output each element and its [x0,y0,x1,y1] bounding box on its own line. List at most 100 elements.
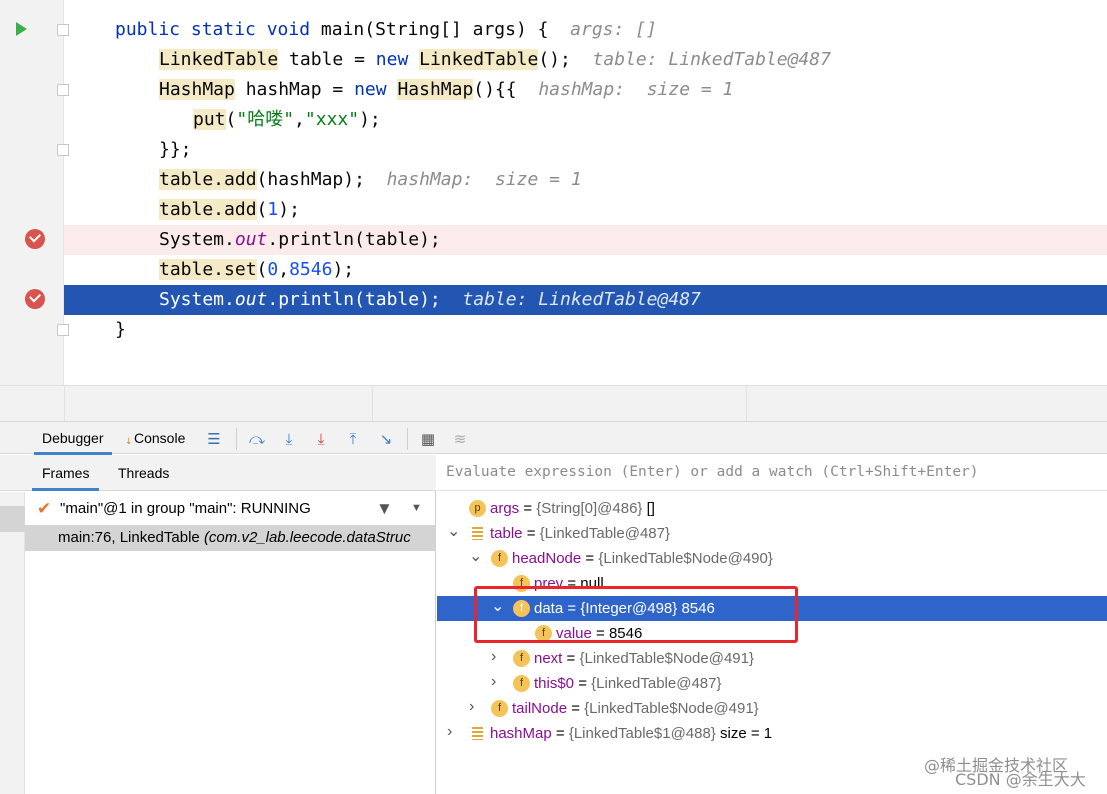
menu-icon[interactable]: ☰ [205,430,223,448]
chevron-right-icon[interactable]: › [469,699,479,715]
tab-console[interactable]: Console [134,422,185,455]
thread-selector[interactable]: ✔ "main"@1 in group "main": RUNNING ▼ ▼ [25,492,436,525]
object-icon [469,725,486,742]
code-text: table.add(1); [159,195,300,225]
code-text: table.set(0,8546); [159,255,354,285]
code-line[interactable]: HashMap hashMap = new HashMap(){{ hashMa… [0,75,1107,105]
code-line[interactable]: }}; [0,135,1107,165]
fold-icon[interactable] [57,144,69,156]
code-line[interactable]: LinkedTable table = new LinkedTable(); t… [0,45,1107,75]
run-to-cursor-icon[interactable]: ↘ [377,430,395,448]
variable-row[interactable]: › f next = {LinkedTable$Node@491} [437,646,1107,671]
fold-icon[interactable] [57,24,69,36]
variable-row[interactable]: › f this$0 = {LinkedTable@487} [437,671,1107,696]
fold-icon[interactable] [57,84,69,96]
code-token: (); [538,49,593,70]
code-line[interactable]: table.add(1); [0,195,1107,225]
chevron-down-icon[interactable]: ⌄ [447,524,460,540]
editor-bottom-strip [0,385,1107,422]
code-line[interactable]: table.set(0,8546); [0,255,1107,285]
code-token: ); [278,199,300,220]
code-token: ( [225,109,237,130]
tab-debugger[interactable]: Debugger [34,422,111,455]
code-line[interactable]: public static void main(String[] args) {… [0,15,1107,45]
fold-icon[interactable] [57,324,69,336]
variable-eq: = [567,700,585,717]
variable-row[interactable]: ⌄ table = {LinkedTable@487} [437,521,1107,546]
variable-name: next [534,650,563,667]
variable-row[interactable]: ⌄ f headNode = {LinkedTable$Node@490} [437,546,1107,571]
code-token: out [234,289,268,310]
step-out-icon[interactable]: ⤒ [344,430,362,448]
code-text: HashMap hashMap = new HashMap(){{ hashMa… [159,75,733,105]
chevron-right-icon[interactable]: › [447,724,457,740]
field-icon: f [491,700,508,717]
variable-eq: = [574,675,592,692]
watermark-line2: CSDN @余生大大 [955,770,1086,789]
tab-frames[interactable]: Frames [31,455,101,491]
code-token: 8546 [289,259,333,280]
code-line[interactable]: put("哈喽","xxx"); [0,105,1107,135]
variable-row[interactable]: p args = {String[0]@486} [] [437,496,1107,521]
variable-type: {LinkedTable@487} [539,525,670,542]
code-token: put [193,109,226,130]
code-text: System.out.println(table); table: Linked… [159,285,701,315]
variable-text: hashMap = {LinkedTable$1@488} size = 1 [490,721,772,746]
variable-type: {String[0]@486} [536,500,643,517]
code-token: System. [159,229,235,250]
code-line[interactable]: table.add(hashMap); hashMap: size = 1 [0,165,1107,195]
code-line[interactable]: System.out.println(table); table: Linked… [64,285,1107,315]
watch-input[interactable]: Evaluate expression (Enter) or add a wat… [437,455,1107,491]
code-token: table = [278,49,376,70]
variable-name: table [490,525,523,542]
code-token: out [234,229,268,250]
code-token: table.add [159,199,257,220]
code-token: HashMap [159,79,235,100]
code-text: } [115,315,126,345]
frames-side-stripe [0,492,25,794]
inline-value-hint: table: LinkedTable@487 [592,49,831,70]
chevron-down-icon[interactable]: ⌄ [469,549,482,565]
code-token: "哈喽" [236,109,295,130]
variable-name: args [490,500,520,517]
code-token: "xxx" [304,109,360,130]
step-into-icon[interactable]: ⤓ [280,430,298,448]
variable-row[interactable]: › f tailNode = {LinkedTable$Node@491} [437,696,1107,721]
variable-row[interactable]: › hashMap = {LinkedTable$1@488} size = 1 [437,721,1107,746]
frame-method: main:76, LinkedTable (com.v2_lab.leecode… [58,529,411,546]
code-token: , [278,259,290,280]
chevron-right-icon[interactable]: › [491,674,501,690]
field-icon: f [513,650,530,667]
breakpoint-icon[interactable] [25,289,45,309]
code-token: LinkedTable [419,49,539,70]
code-line[interactable]: System.out.println(table); [64,225,1107,255]
evaluate-icon[interactable]: ▦ [419,430,437,448]
thread-label: "main"@1 in group "main": RUNNING [60,500,311,517]
variable-name: tailNode [512,700,568,717]
variable-eq: = [522,525,540,542]
breakpoint-icon[interactable] [25,229,45,249]
filter-icon[interactable]: ▼ [376,492,393,525]
code-token: ); [359,109,381,130]
chevron-right-icon[interactable]: › [491,649,501,665]
code-text: table.add(hashMap); hashMap: size = 1 [159,165,582,195]
trace-icon[interactable]: ≋ [451,430,469,448]
code-text: LinkedTable table = new LinkedTable(); t… [159,45,831,75]
chevron-down-icon[interactable]: ▼ [411,492,422,525]
tab-threads[interactable]: Threads [118,455,169,491]
code-token: table.set [159,259,257,280]
code-line[interactable]: } [0,315,1107,345]
debug-toolbar: Debugger Console ↓ ☰ ⤼ ⤓ ⤓ ⤒ ↘ ▦ ≋ [0,421,1107,455]
inline-value-hint: args: [] [570,19,657,40]
highlight-annotation [474,586,798,643]
variable-text: tailNode = {LinkedTable$Node@491} [512,696,759,721]
code-text: }}; [159,135,192,165]
step-over-icon[interactable]: ⤼ [248,430,266,448]
force-step-into-icon[interactable]: ⤓ [312,430,330,448]
frame-item[interactable]: main:76, LinkedTable (com.v2_lab.leecode… [25,525,436,551]
variable-name: headNode [512,550,582,567]
code-editor[interactable]: public static void main(String[] args) {… [0,0,1107,385]
variable-text: args = {String[0]@486} [] [490,496,655,521]
variable-val: size = 1 [715,725,773,742]
code-token: new [375,49,420,70]
